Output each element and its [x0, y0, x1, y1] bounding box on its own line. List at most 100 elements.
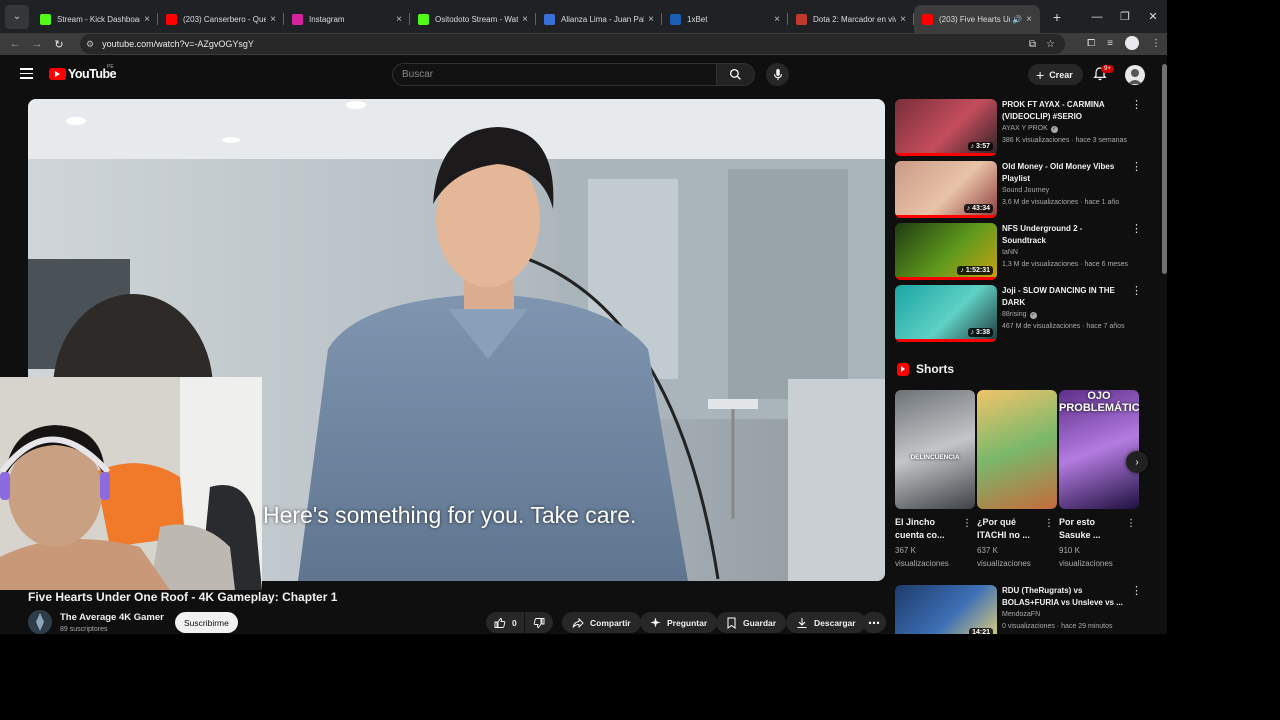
browser-tab[interactable]: (203) Canserbero - Quere × — [158, 5, 284, 33]
browser-tab[interactable]: 1xBet × — [662, 5, 788, 33]
recommended-channel[interactable]: Sound Journey — [1002, 187, 1049, 194]
youtube-logo[interactable]: YouTube PE — [49, 64, 117, 81]
address-bar[interactable]: ⚙ youtube.com/watch?v=-AZgvOGYsgY ⧉ ☆ — [80, 34, 1065, 54]
kick-icon — [418, 13, 429, 25]
save-button[interactable]: Guardar — [716, 612, 787, 633]
short-title[interactable]: ¿Por qué ITACHI no ... — [977, 516, 1039, 542]
more-options-icon[interactable]: ⋮ — [1044, 518, 1054, 529]
back-icon[interactable]: ← — [4, 38, 26, 50]
close-tab-icon[interactable]: × — [1026, 14, 1032, 25]
more-options-icon[interactable]: ⋮ — [1131, 162, 1142, 173]
close-tab-icon[interactable]: × — [270, 14, 276, 25]
recommended-video[interactable]: ♪ 3:57 PROK FT AYAX - CARMINA (VIDEOCLIP)… — [895, 99, 1157, 157]
share-icon — [572, 617, 584, 628]
speaker-icon[interactable]: 🔊 — [1012, 15, 1022, 24]
cast-icon[interactable]: ⧉ — [1029, 39, 1036, 50]
channel-name[interactable]: The Average 4K Gamer — [60, 612, 164, 623]
shorts-heading: Shorts — [916, 362, 955, 376]
microphone-icon — [773, 68, 782, 80]
subscribe-button[interactable]: Suscribirme — [175, 612, 238, 633]
recommended-video[interactable]: 14:21 RDU (TheRugrats) vs BOLAS+FURIA vs … — [895, 585, 1157, 634]
tab-strip: ⌄ Stream - Kick Dashboard × (203) Canserbe… — [0, 0, 1167, 33]
minimize-button[interactable]: — — [1083, 11, 1111, 23]
close-tab-icon[interactable]: × — [774, 14, 780, 25]
share-button[interactable]: Compartir — [562, 612, 641, 633]
new-tab-button[interactable]: + — [1046, 6, 1068, 28]
video-duration: ♪ 3:57 — [967, 142, 993, 151]
close-tab-icon[interactable]: × — [900, 14, 906, 25]
short-thumbnail[interactable] — [977, 390, 1057, 509]
profile-avatar[interactable] — [1125, 36, 1139, 50]
reload-icon[interactable]: ↻ — [48, 38, 70, 51]
video-thumbnail[interactable]: ♪ 43:34 — [895, 161, 997, 218]
video-thumbnail[interactable]: ♪ 3:57 — [895, 99, 997, 156]
more-options-icon[interactable]: ⋮ — [1131, 100, 1142, 111]
site-info-icon[interactable]: ⚙ — [86, 39, 94, 50]
search-button[interactable] — [717, 63, 755, 86]
download-button[interactable]: Descargar — [786, 612, 866, 633]
recommended-channel[interactable]: AYAX Y PROK ✓ — [1002, 125, 1058, 133]
ask-button[interactable]: Preguntar — [640, 612, 718, 633]
recommended-channel[interactable]: MendozaFN — [1002, 611, 1040, 618]
short-title[interactable]: Por esto Sasuke ... — [1059, 516, 1121, 542]
browser-tab[interactable]: (203) Five Hearts Und 🔊 × — [914, 5, 1040, 33]
recommended-meta: 386 K visualizaciones · hace 3 semanas — [1002, 137, 1127, 144]
youtube-play-icon — [49, 68, 66, 80]
browser-tab[interactable]: Instagram × — [284, 5, 410, 33]
maximize-button[interactable]: ❐ — [1111, 10, 1139, 23]
close-window-button[interactable]: ✕ — [1139, 10, 1167, 23]
recommended-video[interactable]: ♪ 1:52:31 NFS Underground 2 - Soundtrack I… — [895, 223, 1157, 281]
channel-avatar[interactable] — [28, 610, 52, 634]
browser-tab[interactable]: Stream - Kick Dashboard × — [32, 5, 158, 33]
bookmark-star-icon[interactable]: ☆ — [1046, 39, 1055, 50]
recommended-title[interactable]: RDU (TheRugrats) vs BOLAS+FURIA vs Unsle… — [1002, 585, 1127, 609]
recommended-title[interactable]: PROK FT AYAX - CARMINA (VIDEOCLIP) #SERI… — [1002, 99, 1127, 123]
recommended-title[interactable]: NFS Underground 2 - Soundtrack — [1002, 223, 1127, 247]
recommended-title[interactable]: Old Money - Old Money Vibes Playlist — [1002, 161, 1127, 185]
more-options-icon[interactable]: ⋮ — [962, 518, 972, 529]
voice-search-button[interactable] — [766, 63, 789, 86]
video-thumbnail[interactable]: 14:21 — [895, 585, 997, 634]
forward-icon[interactable]: → — [26, 38, 48, 50]
more-actions-button[interactable]: ⋯ — [862, 612, 886, 633]
tab-search-icon[interactable]: ⌄ — [5, 4, 29, 29]
recommended-title[interactable]: Joji - SLOW DANCING IN THE DARK — [1002, 285, 1127, 309]
search-input[interactable]: Buscar — [392, 63, 717, 86]
tab-title: Ositodoto Stream - Watc — [435, 14, 519, 24]
more-options-icon[interactable]: ⋮ — [1131, 224, 1142, 235]
dislike-button[interactable] — [525, 612, 553, 633]
create-button[interactable]: + Crear — [1028, 64, 1083, 85]
more-options-icon[interactable]: ⋮ — [1131, 586, 1142, 597]
media-control-icon[interactable]: ≡ — [1107, 38, 1113, 49]
account-avatar[interactable] — [1125, 65, 1145, 85]
recommended-channel[interactable]: 88rising ✓ — [1002, 311, 1037, 319]
scrollbar[interactable] — [1162, 64, 1167, 274]
recommended-channel[interactable]: IaNN — [1002, 249, 1018, 256]
address-row: ← → ↻ ⚙ youtube.com/watch?v=-AZgvOGYsgY … — [0, 33, 1167, 55]
close-tab-icon[interactable]: × — [648, 14, 654, 25]
short-title[interactable]: El Jincho cuenta co... — [895, 516, 957, 542]
notification-count-badge: 9+ — [1101, 65, 1114, 73]
video-thumbnail[interactable]: ♪ 3:38 — [895, 285, 997, 342]
url-text[interactable]: youtube.com/watch?v=-AZgvOGYsgY — [102, 39, 254, 49]
close-tab-icon[interactable]: × — [144, 14, 150, 25]
short-thumbnail[interactable]: DELINCUENCIA — [895, 390, 975, 509]
verified-badge-icon: ✓ — [1050, 126, 1058, 133]
more-options-icon[interactable]: ⋮ — [1126, 518, 1136, 529]
short-thumbnail[interactable]: OJO PROBLEMÁTICO — [1059, 390, 1139, 509]
browser-tab[interactable]: Dota 2: Marcador en vivo × — [788, 5, 914, 33]
browser-tab[interactable]: Alianza Lima - Juan Pablo × — [536, 5, 662, 33]
extensions-icon[interactable]: ⧠ — [1087, 38, 1095, 49]
more-options-icon[interactable]: ⋮ — [1131, 286, 1142, 297]
watch-progress-bar — [895, 277, 997, 280]
video-thumbnail[interactable]: ♪ 1:52:31 — [895, 223, 997, 280]
menu-icon[interactable] — [20, 68, 33, 82]
browser-menu-icon[interactable]: ⋮ — [1151, 38, 1161, 49]
browser-tab[interactable]: Ositodoto Stream - Watc × — [410, 5, 536, 33]
shorts-next-icon[interactable]: › — [1126, 451, 1148, 473]
like-button[interactable]: 0 — [486, 612, 524, 633]
recommended-video[interactable]: ♪ 43:34 Old Money - Old Money Vibes Playl… — [895, 161, 1157, 219]
close-tab-icon[interactable]: × — [522, 14, 528, 25]
recommended-video[interactable]: ♪ 3:38 Joji - SLOW DANCING IN THE DARK 88r… — [895, 285, 1157, 343]
close-tab-icon[interactable]: × — [396, 14, 402, 25]
